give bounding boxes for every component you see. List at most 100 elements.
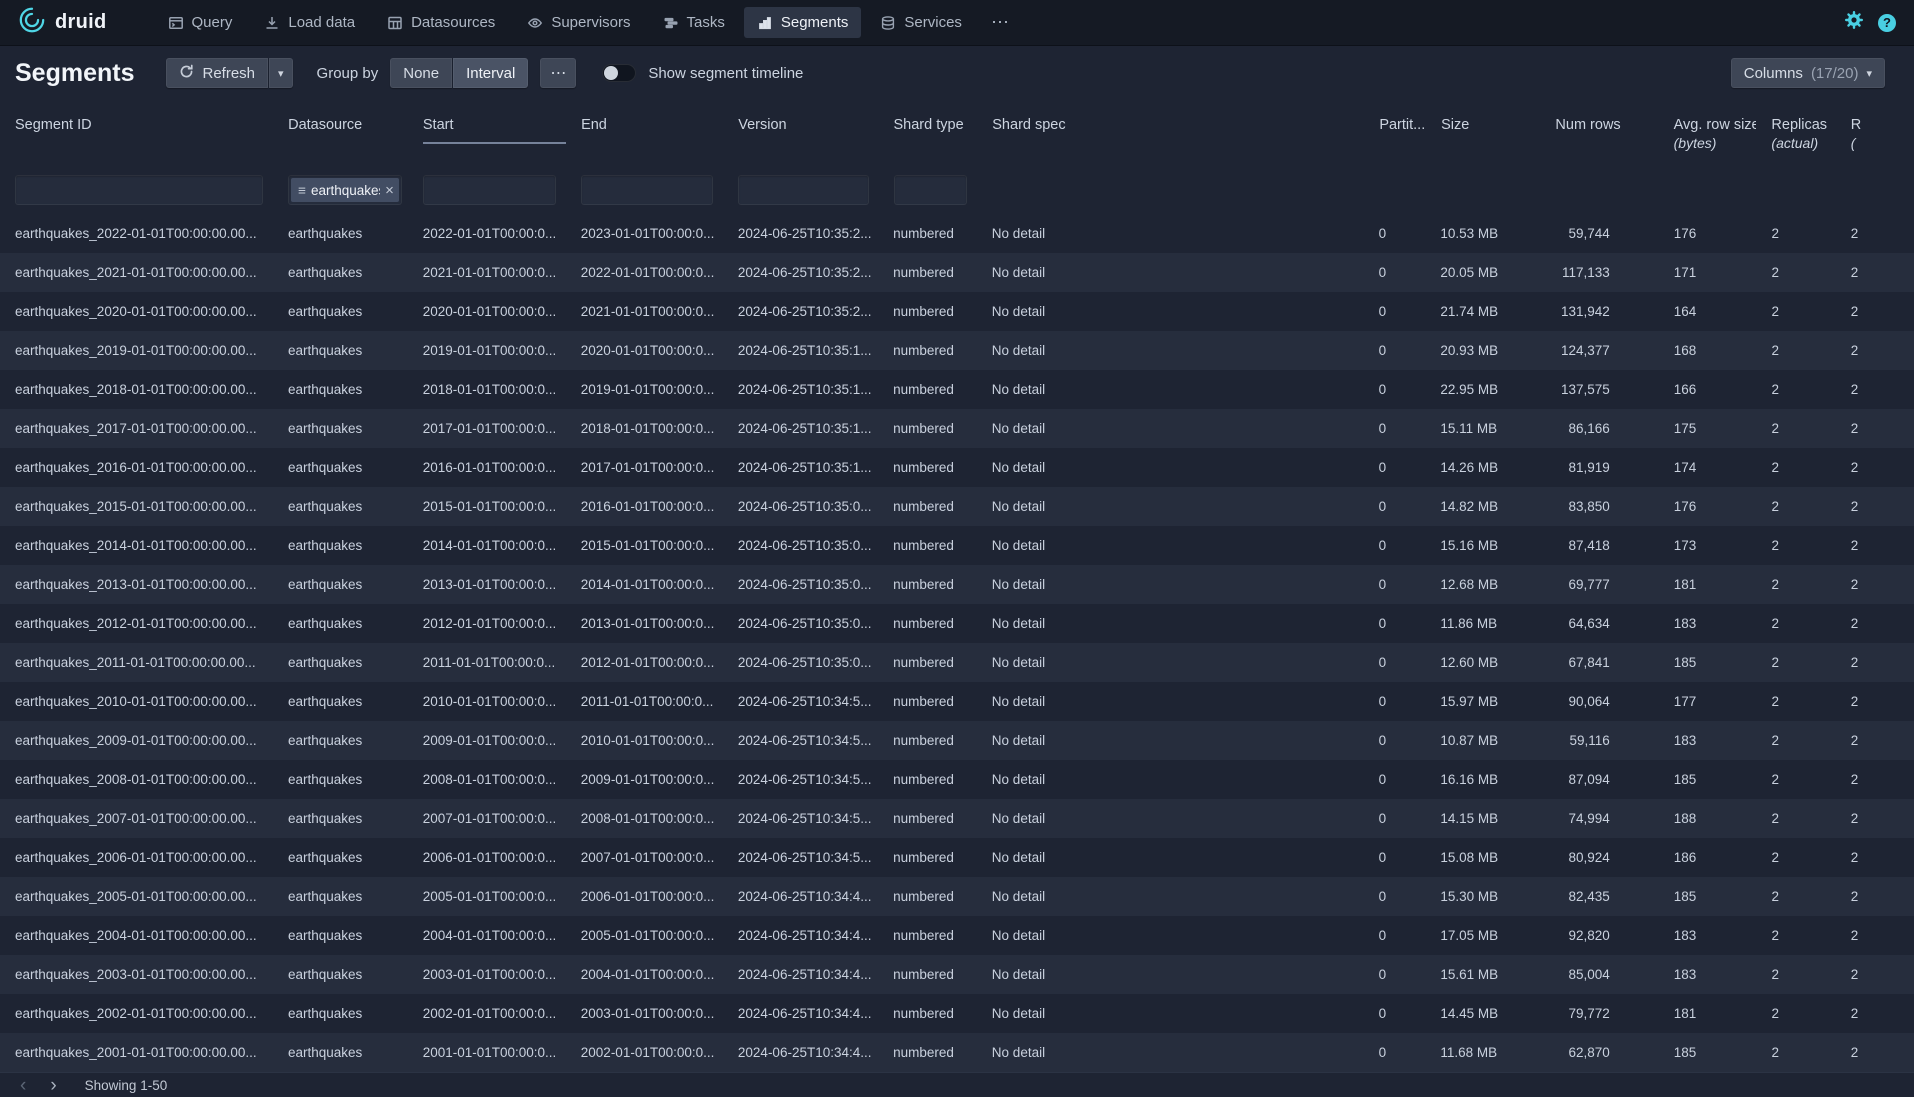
column-header-end[interactable]: End (566, 100, 723, 166)
cell-size: 22.95 MB (1425, 382, 1539, 397)
nav-item-label: Query (192, 14, 233, 31)
column-header-shard-spec[interactable]: Shard spec (977, 100, 1364, 166)
cell-shard-spec: No detail (977, 1045, 1364, 1060)
table-row[interactable]: earthquakes_2005-01-01T00:00:00.00... ea… (0, 877, 1914, 916)
gear-icon (1844, 10, 1864, 35)
cell-num-rows: 59,116 (1540, 733, 1659, 748)
brand[interactable]: druid (18, 6, 107, 39)
table-row[interactable]: earthquakes_2004-01-01T00:00:00.00... ea… (0, 916, 1914, 955)
cell-shard-spec: No detail (977, 304, 1364, 319)
cell-segment-id: earthquakes_2018-01-01T00:00:00.00... (0, 382, 273, 397)
nav-item-load-data[interactable]: Load data (251, 7, 368, 38)
cell-clipped: 2 (1836, 655, 1914, 670)
table-row[interactable]: earthquakes_2020-01-01T00:00:00.00... ea… (0, 292, 1914, 331)
top-navbar: druid Query Load data (0, 0, 1914, 46)
column-header-version[interactable]: Version (723, 100, 878, 166)
settings-button[interactable] (1844, 10, 1864, 35)
refresh-button[interactable]: Refresh (166, 58, 268, 88)
table-row[interactable]: earthquakes_2010-01-01T00:00:00.00... ea… (0, 682, 1914, 721)
table-row[interactable]: earthquakes_2016-01-01T00:00:00.00... ea… (0, 448, 1914, 487)
cell-version: 2024-06-25T10:35:2... (723, 304, 878, 319)
table-row[interactable]: earthquakes_2013-01-01T00:00:00.00... ea… (0, 565, 1914, 604)
chevron-down-icon: ▾ (278, 67, 284, 80)
column-header-replicas[interactable]: Replicas(actual) (1756, 100, 1835, 166)
cell-start: 2001-01-01T00:00:0... (408, 1045, 566, 1060)
cell-segment-id: earthquakes_2009-01-01T00:00:00.00... (0, 733, 273, 748)
cell-partition: 0 (1364, 733, 1426, 748)
column-header-shard-type[interactable]: Shard type (879, 100, 978, 166)
column-header-start[interactable]: Start (408, 100, 566, 166)
table-row[interactable]: earthquakes_2012-01-01T00:00:00.00... ea… (0, 604, 1914, 643)
table-row[interactable]: earthquakes_2017-01-01T00:00:00.00... ea… (0, 409, 1914, 448)
column-header-segment-id[interactable]: Segment ID (0, 100, 273, 166)
table-row[interactable]: earthquakes_2015-01-01T00:00:00.00... ea… (0, 487, 1914, 526)
nav-more-button[interactable]: ⋯ (981, 5, 1019, 40)
cell-shard-type: numbered (878, 616, 977, 631)
table-row[interactable]: earthquakes_2003-01-01T00:00:00.00... ea… (0, 955, 1914, 994)
table-row[interactable]: earthquakes_2009-01-01T00:00:00.00... ea… (0, 721, 1914, 760)
start-filter-input[interactable] (423, 175, 556, 205)
table-row[interactable]: earthquakes_2011-01-01T00:00:00.00... ea… (0, 643, 1914, 682)
next-page-button[interactable]: › (40, 1076, 66, 1095)
segment-timeline-toggle[interactable] (602, 64, 636, 82)
cell-avg-row-size: 185 (1659, 1045, 1757, 1060)
cell-datasource: earthquakes (273, 499, 408, 514)
columns-button[interactable]: Columns (17/20) ▾ (1731, 58, 1885, 88)
table-row[interactable]: earthquakes_2021-01-01T00:00:00.00... ea… (0, 253, 1914, 292)
previous-page-button[interactable]: ‹ (10, 1076, 36, 1095)
query-icon (168, 15, 184, 31)
druid-logo-icon (18, 6, 46, 39)
refresh-dropdown-button[interactable]: ▾ (269, 58, 293, 88)
table-row[interactable]: earthquakes_2008-01-01T00:00:00.00... ea… (0, 760, 1914, 799)
toolbar-more-button[interactable]: ⋯ (540, 58, 576, 88)
cell-num-rows: 82,435 (1540, 889, 1659, 904)
cell-start: 2011-01-01T00:00:0... (408, 655, 566, 670)
cell-datasource: earthquakes (273, 694, 408, 709)
cell-replicas: 2 (1756, 850, 1835, 865)
remove-filter-icon[interactable]: × (385, 182, 394, 199)
table-row[interactable]: earthquakes_2018-01-01T00:00:00.00... ea… (0, 370, 1914, 409)
datasource-filter-chip[interactable]: ≡ earthquakes × (291, 178, 399, 202)
cell-avg-row-size: 181 (1659, 1006, 1757, 1021)
shard-type-filter-input[interactable] (894, 175, 968, 205)
version-filter-input[interactable] (738, 175, 868, 205)
nav-item-segments[interactable]: Segments (744, 7, 862, 38)
chevron-down-icon: ▾ (1866, 67, 1872, 80)
cell-size: 11.86 MB (1425, 616, 1539, 631)
cell-shard-spec: No detail (977, 538, 1364, 553)
datasource-filter-input[interactable]: ≡ earthquakes × (288, 175, 402, 205)
column-header-avg-row-size[interactable]: Avg. row size(bytes) (1659, 100, 1757, 166)
end-filter-input[interactable] (581, 175, 713, 205)
table-row[interactable]: earthquakes_2002-01-01T00:00:00.00... ea… (0, 994, 1914, 1033)
table-row[interactable]: earthquakes_2014-01-01T00:00:00.00... ea… (0, 526, 1914, 565)
table-row[interactable]: earthquakes_2001-01-01T00:00:00.00... ea… (0, 1033, 1914, 1072)
nav-item-services[interactable]: Services (867, 7, 975, 38)
group-by-none-button[interactable]: None (390, 58, 452, 88)
cell-start: 2007-01-01T00:00:0... (408, 811, 566, 826)
cell-num-rows: 131,942 (1540, 304, 1659, 319)
table-row[interactable]: earthquakes_2007-01-01T00:00:00.00... ea… (0, 799, 1914, 838)
nav-item-tasks[interactable]: Tasks (650, 7, 738, 38)
cell-datasource: earthquakes (273, 1006, 408, 1021)
cell-segment-id: earthquakes_2007-01-01T00:00:00.00... (0, 811, 273, 826)
table-row[interactable]: earthquakes_2022-01-01T00:00:00.00... ea… (0, 214, 1914, 253)
table-row[interactable]: earthquakes_2019-01-01T00:00:00.00... ea… (0, 331, 1914, 370)
nav-item-datasources[interactable]: Datasources (374, 7, 508, 38)
table-row[interactable]: earthquakes_2006-01-01T00:00:00.00... ea… (0, 838, 1914, 877)
column-header-num-rows[interactable]: Num rows (1540, 100, 1658, 166)
group-by-interval-button[interactable]: Interval (453, 58, 528, 88)
nav-right: ? (1844, 10, 1896, 35)
column-header-clipped[interactable]: R( (1836, 100, 1914, 166)
cell-num-rows: 74,994 (1540, 811, 1659, 826)
cell-segment-id: earthquakes_2002-01-01T00:00:00.00... (0, 1006, 273, 1021)
column-header-datasource[interactable]: Datasource (273, 100, 408, 166)
help-button[interactable]: ? (1878, 14, 1896, 32)
column-header-partition[interactable]: Partit... (1364, 100, 1426, 166)
cell-shard-type: numbered (878, 850, 977, 865)
nav-item-supervisors[interactable]: Supervisors (514, 7, 643, 38)
column-header-size[interactable]: Size (1426, 100, 1540, 166)
segment-id-filter-input[interactable] (15, 175, 263, 205)
nav-item-query[interactable]: Query (155, 7, 246, 38)
cell-datasource: earthquakes (273, 889, 408, 904)
cell-num-rows: 92,820 (1540, 928, 1659, 943)
